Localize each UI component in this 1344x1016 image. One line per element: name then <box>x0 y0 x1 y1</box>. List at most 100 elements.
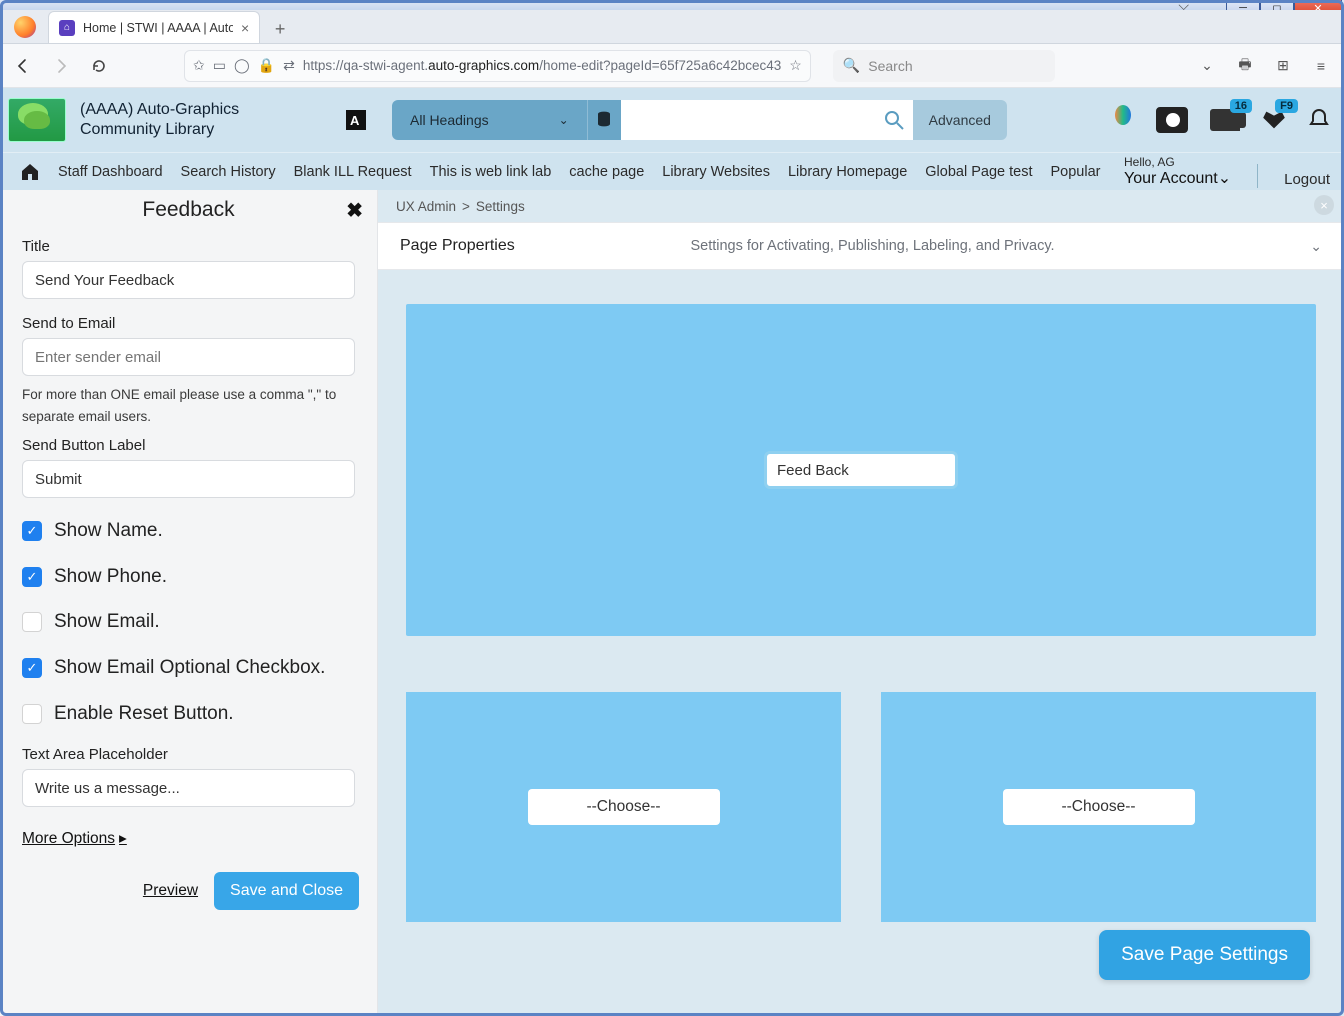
canvas: Feed Back --Choose-- --Choose-- <box>378 270 1344 962</box>
textarea-placeholder-label: Text Area Placeholder <box>22 746 355 763</box>
reload-button[interactable] <box>86 53 112 79</box>
star-icon[interactable]: ☆ <box>789 57 802 74</box>
send-button-label-label: Send Button Label <box>22 437 355 454</box>
database-icon[interactable] <box>587 100 621 140</box>
nav-popular[interactable]: Popular <box>1051 164 1101 180</box>
side-panel: Feedback ✖ Title Send to Email For more … <box>0 190 378 1016</box>
news-badge: 16 <box>1230 99 1252 113</box>
balloon-icon[interactable] <box>1112 105 1134 135</box>
breadcrumb: UX Admin > Settings × <box>378 190 1344 222</box>
library-name: (AAAA) Auto-Graphics Community Library <box>80 100 310 140</box>
heading-select-label: All Headings <box>410 112 489 128</box>
tab-title: Home | STWI | AAAA | Auto-Gr <box>83 21 233 35</box>
textarea-placeholder-input[interactable] <box>22 769 355 807</box>
feedback-block-input[interactable]: Feed Back <box>764 451 958 489</box>
tab-close-icon[interactable]: × <box>241 20 249 36</box>
search-icon[interactable] <box>883 109 905 131</box>
checkbox-show-phone-label: Show Phone. <box>54 564 167 590</box>
checkbox-show-email-optional[interactable]: ✓ <box>22 658 42 678</box>
close-panel-icon[interactable]: × <box>1314 195 1334 215</box>
page-properties-bar[interactable]: Page Properties Settings for Activating,… <box>378 222 1344 270</box>
menu-icon[interactable]: ≡ <box>1308 53 1334 79</box>
translate-icon[interactable]: A <box>342 106 370 134</box>
chevron-right-icon: ▸ <box>119 829 127 848</box>
browser-tab[interactable]: ⌂ Home | STWI | AAAA | Auto-Gr × <box>48 11 260 43</box>
container-icon[interactable]: ▭ <box>213 57 226 74</box>
search-icon: 🔍 <box>843 57 860 74</box>
browser-toolbar: ✩ ▭ ◯ 🔒 ⇄ https://qa-stwi-agent.auto-gra… <box>0 44 1344 88</box>
side-panel-title: Feedback ✖ <box>0 190 377 228</box>
url-text: https://qa-stwi-agent.auto-graphics.com/… <box>303 58 781 73</box>
email-label: Send to Email <box>22 315 355 332</box>
email-input[interactable] <box>22 338 355 376</box>
heading-select[interactable]: All Headings ⌄ <box>392 100 587 140</box>
url-bar[interactable]: ✩ ▭ ◯ 🔒 ⇄ https://qa-stwi-agent.auto-gra… <box>184 50 811 82</box>
browser-search[interactable]: 🔍 Search <box>833 50 1055 82</box>
page-properties-title: Page Properties <box>400 237 515 255</box>
logout-link[interactable]: Logout <box>1284 171 1330 188</box>
preview-link[interactable]: Preview <box>143 882 198 900</box>
new-tab-button[interactable]: + <box>266 15 294 43</box>
divider <box>1257 164 1258 188</box>
heading-select-group: All Headings ⌄ Advanced <box>392 100 1007 140</box>
more-options-link[interactable]: More Options▸ <box>22 829 127 848</box>
feedback-block[interactable]: Feed Back <box>406 304 1316 636</box>
choose-select-left[interactable]: --Choose-- <box>528 789 720 825</box>
content-area: UX Admin > Settings × Page Properties Se… <box>378 190 1344 1016</box>
checkbox-show-email[interactable] <box>22 612 42 632</box>
header-search-input[interactable] <box>621 100 913 140</box>
crumb-settings[interactable]: Settings <box>476 199 525 214</box>
choose-block-right[interactable]: --Choose-- <box>881 692 1316 922</box>
title-input[interactable] <box>22 261 355 299</box>
email-hint: For more than ONE email please use a com… <box>22 384 355 427</box>
extensions-icon[interactable]: ⊞ <box>1270 53 1296 79</box>
hello-text: Hello, AG <box>1124 156 1231 168</box>
crumb-ux-admin[interactable]: UX Admin <box>396 199 456 214</box>
choose-select-right[interactable]: --Choose-- <box>1003 789 1195 825</box>
your-account-label: Your Account <box>1124 170 1218 187</box>
nav-global-page-test[interactable]: Global Page test <box>925 164 1032 180</box>
nav-search-history[interactable]: Search History <box>181 164 276 180</box>
nav-blank-ill[interactable]: Blank ILL Request <box>294 164 412 180</box>
save-and-close-button[interactable]: Save and Close <box>214 872 359 910</box>
notifications-icon[interactable] <box>1308 108 1330 132</box>
close-icon[interactable]: ✖ <box>346 198 363 223</box>
checkbox-show-email-label: Show Email. <box>54 609 160 635</box>
shield-icon[interactable]: ◯ <box>234 57 250 74</box>
checkbox-show-phone[interactable]: ✓ <box>22 567 42 587</box>
checkbox-enable-reset-label: Enable Reset Button. <box>54 701 234 727</box>
svg-text:A: A <box>350 113 360 128</box>
send-button-label-input[interactable] <box>22 460 355 498</box>
forward-button[interactable] <box>48 53 74 79</box>
camera-icon[interactable] <box>1156 107 1188 133</box>
nav-cache-page[interactable]: cache page <box>569 164 644 180</box>
favicon-icon: ⌂ <box>59 20 75 36</box>
back-button[interactable] <box>10 53 36 79</box>
main: Feedback ✖ Title Send to Email For more … <box>0 190 1344 1016</box>
choose-block-left[interactable]: --Choose-- <box>406 692 841 922</box>
news-icon[interactable]: 16 <box>1210 109 1240 131</box>
home-icon[interactable] <box>20 163 40 181</box>
account-block[interactable]: Hello, AG Your Account⌄ <box>1124 156 1231 188</box>
window-titlebar: ⌵ ─ ◻ ✕ <box>0 0 1344 10</box>
save-page-settings-button[interactable]: Save Page Settings <box>1099 930 1310 980</box>
print-icon[interactable]: 🖶 <box>1232 53 1258 79</box>
app-header: (AAAA) Auto-Graphics Community Library A… <box>0 88 1344 152</box>
favorites-icon[interactable]: F9 <box>1262 109 1286 131</box>
chevron-down-icon: ⌄ <box>559 113 569 127</box>
nav-library-homepage[interactable]: Library Homepage <box>788 164 907 180</box>
page-properties-subtitle: Settings for Activating, Publishing, Lab… <box>690 238 1054 254</box>
nav-staff-dashboard[interactable]: Staff Dashboard <box>58 164 163 180</box>
pocket-icon[interactable]: ⌄ <box>1194 53 1220 79</box>
permissions-icon[interactable]: ⇄ <box>283 57 295 74</box>
chevron-down-icon: ⌄ <box>1218 170 1231 187</box>
nav-library-websites[interactable]: Library Websites <box>662 164 770 180</box>
title-label: Title <box>22 238 355 255</box>
tab-strip: ⌂ Home | STWI | AAAA | Auto-Gr × + <box>0 10 1344 44</box>
nav-web-link-lab[interactable]: This is web link lab <box>430 164 552 180</box>
advanced-search-button[interactable]: Advanced <box>913 100 1007 140</box>
checkbox-show-email-optional-label: Show Email Optional Checkbox. <box>54 655 325 681</box>
bookmark-plus-icon[interactable]: ✩ <box>193 57 205 74</box>
checkbox-enable-reset[interactable] <box>22 704 42 724</box>
checkbox-show-name[interactable]: ✓ <box>22 521 42 541</box>
